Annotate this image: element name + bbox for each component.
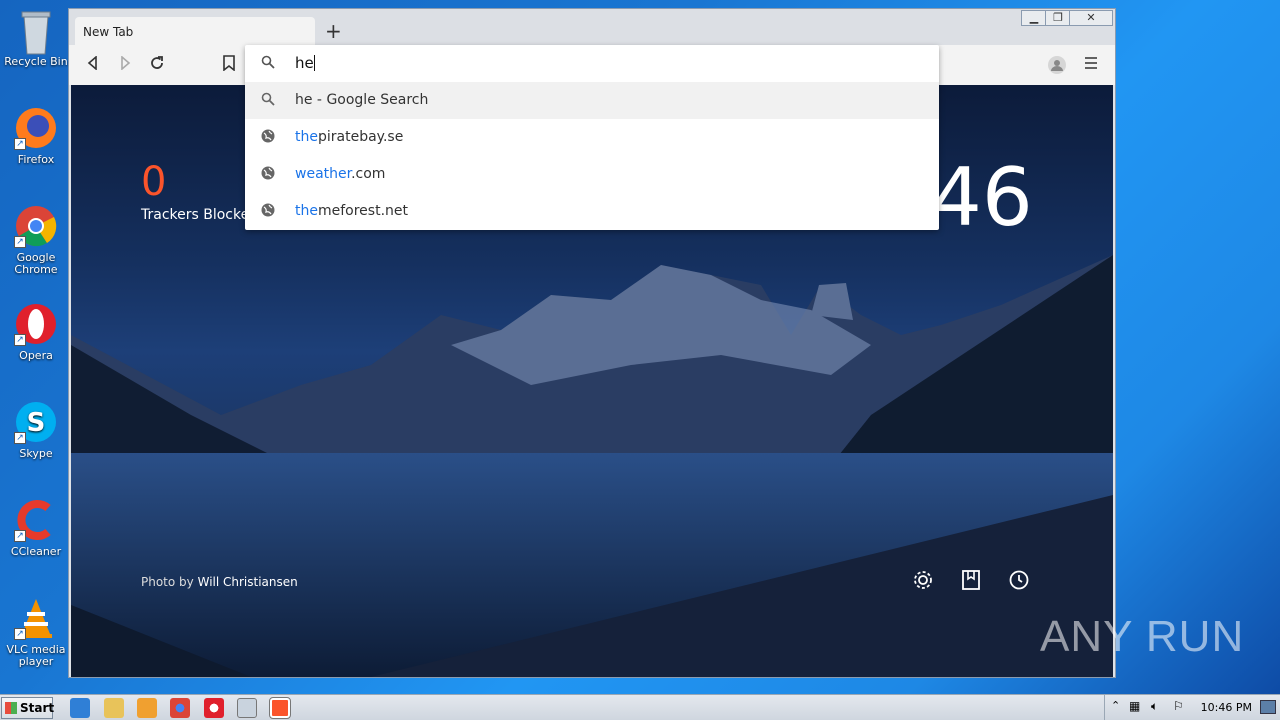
clock: 46 — [931, 151, 1033, 244]
desktop-icon-skype[interactable]: S ↗ Skype — [4, 400, 68, 460]
svg-text:S: S — [27, 408, 46, 438]
tray-chevron-icon[interactable]: ⌃ — [1111, 699, 1120, 712]
shortcut-arrow-icon: ↗ — [14, 334, 26, 346]
network-icon[interactable]: ▦ — [1129, 699, 1140, 713]
shortcut-arrow-icon: ↗ — [14, 628, 26, 640]
desktop-icon-opera[interactable]: ↗ Opera — [4, 302, 68, 362]
tab-strip: New Tab + ▁ ❐ ✕ — [69, 9, 1115, 47]
suggestion-text: he - Google Search — [295, 92, 429, 108]
forward-icon — [121, 55, 131, 71]
desktop-icon-label: Firefox — [17, 153, 55, 166]
new-tab-button[interactable]: + — [325, 21, 342, 41]
search-icon — [261, 92, 277, 108]
back-button[interactable] — [83, 55, 103, 75]
tab-new-tab[interactable]: New Tab — [75, 17, 315, 47]
taskbar: Start ⌃ ▦ 🔈︎ ⚐ 10:46 PM — [0, 694, 1280, 720]
history-button[interactable] — [1007, 569, 1031, 593]
desktop-icon-label: CCleaner — [10, 545, 62, 558]
back-icon — [87, 55, 97, 71]
desktop-icon-label: Google Chrome — [14, 251, 58, 276]
avatar-icon — [1048, 56, 1066, 74]
taskbar-chrome-icon[interactable] — [170, 698, 190, 718]
firefox-icon: ↗ — [14, 106, 58, 150]
profile-button[interactable] — [1047, 55, 1067, 75]
suggestion-text: weather.com — [295, 166, 386, 182]
skype-icon: S ↗ — [14, 400, 58, 444]
history-clock-icon — [1009, 570, 1029, 590]
desktop-icon-firefox[interactable]: ↗ Firefox — [4, 106, 68, 166]
shortcut-arrow-icon: ↗ — [14, 236, 26, 248]
suggestion-text: themeforest.net — [295, 203, 408, 219]
chrome-icon: ↗ — [14, 204, 58, 248]
photographer-link[interactable]: Will Christiansen — [198, 575, 298, 589]
forward-button[interactable] — [115, 55, 135, 75]
recycle-bin-icon — [14, 8, 58, 55]
tray-clock[interactable]: 10:46 PM — [1201, 701, 1252, 714]
start-button[interactable]: Start — [1, 697, 55, 719]
bookmarks-button[interactable] — [959, 569, 983, 593]
reload-icon — [151, 56, 163, 69]
taskbar-explorer-icon[interactable] — [104, 698, 124, 718]
suggestion-url[interactable]: themeforest.net — [245, 193, 939, 230]
bookmark-button[interactable] — [219, 55, 239, 75]
menu-button[interactable] — [1081, 55, 1101, 75]
suggestion-url[interactable]: weather.com — [245, 156, 939, 193]
shortcut-arrow-icon: ↗ — [14, 530, 26, 542]
taskbar-ie-icon[interactable] — [70, 698, 90, 718]
reload-button[interactable] — [147, 55, 167, 75]
anyrun-watermark: ANY RUN — [1040, 612, 1245, 661]
shortcut-arrow-icon: ↗ — [14, 138, 26, 150]
hamburger-icon — [1085, 57, 1097, 69]
taskbar-media-player-icon[interactable] — [137, 698, 157, 718]
taskbar-app-icon[interactable] — [237, 698, 257, 718]
ccleaner-icon: ↗ — [14, 498, 58, 542]
desktop-icon-label: Opera — [19, 349, 53, 362]
desktop-icon-vlc[interactable]: ↗ VLC media player — [4, 596, 68, 668]
desktop-icon-recycle-bin[interactable]: Recycle Bin — [4, 8, 68, 68]
close-button[interactable]: ✕ — [1069, 10, 1113, 26]
address-bar[interactable]: he — [245, 45, 939, 82]
globe-icon — [261, 203, 277, 219]
shortcut-arrow-icon: ↗ — [14, 432, 26, 444]
system-tray: ⌃ ▦ 🔈︎ ⚐ 10:46 PM — [1104, 695, 1280, 720]
desktop-icon-ccleaner[interactable]: ↗ CCleaner — [4, 498, 68, 558]
desktop-icon-chrome[interactable]: ↗ Google Chrome — [4, 204, 68, 276]
volume-icon[interactable]: 🔈︎ — [1151, 699, 1158, 714]
gear-icon — [914, 571, 932, 589]
suggestion-search[interactable]: he - Google Search — [245, 82, 939, 119]
opera-icon: ↗ — [14, 302, 58, 346]
trackers-blocked-count: 0 — [141, 159, 167, 205]
photo-credit: Photo by Will Christiansen — [141, 575, 298, 589]
desktop-icon-label: Skype — [19, 447, 53, 460]
minimize-button[interactable]: ▁ — [1021, 10, 1047, 26]
start-label: Start — [20, 701, 55, 715]
taskbar-brave-icon[interactable] — [269, 697, 291, 719]
maximize-button[interactable]: ❐ — [1045, 10, 1071, 26]
search-icon — [261, 55, 277, 71]
globe-icon — [261, 166, 277, 182]
show-desktop-icon[interactable] — [1260, 700, 1276, 714]
vlc-cone-icon: ↗ — [14, 596, 58, 640]
suggestion-url[interactable]: thepiratebay.se — [245, 119, 939, 156]
taskbar-opera-icon[interactable] — [204, 698, 224, 718]
bookmarks-book-icon — [962, 570, 980, 590]
desktop-icon-label: Recycle Bin — [4, 55, 68, 68]
trackers-blocked-label: Trackers Blocked — [141, 207, 259, 223]
desktop-icon-label: VLC media player — [6, 643, 66, 668]
action-center-flag-icon[interactable]: ⚐ — [1173, 699, 1184, 713]
suggestion-text: thepiratebay.se — [295, 129, 404, 145]
settings-button[interactable] — [911, 569, 935, 593]
windows-logo-icon — [5, 702, 17, 714]
photo-credit-prefix: Photo by — [141, 575, 194, 589]
omnibox-dropdown: he he - Google Search thepiratebay.se we… — [245, 45, 939, 230]
bookmark-icon — [223, 55, 235, 72]
tab-title: New Tab — [83, 25, 134, 39]
globe-icon — [261, 129, 277, 145]
address-input[interactable]: he — [295, 54, 315, 72]
